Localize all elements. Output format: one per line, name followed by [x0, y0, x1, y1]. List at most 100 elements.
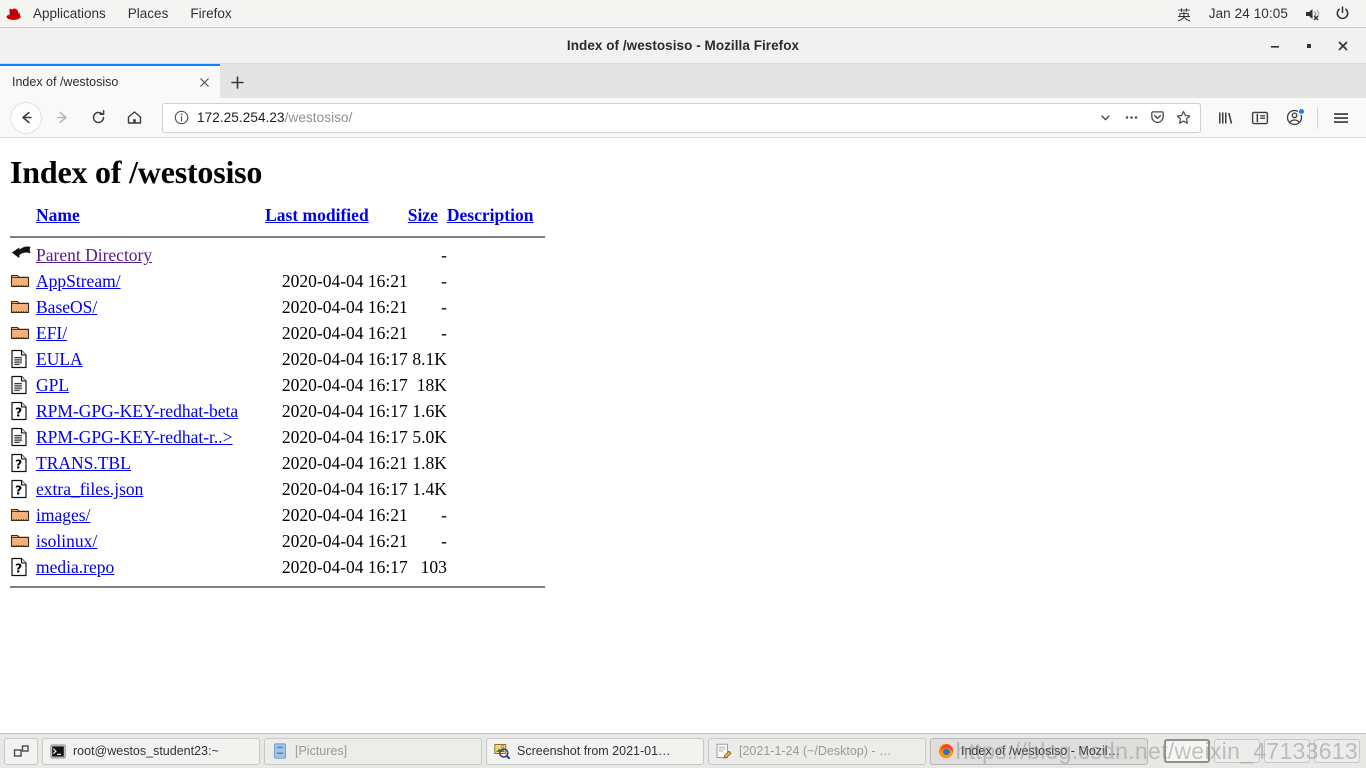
column-header-name[interactable]: Name: [36, 205, 265, 230]
table-row[interactable]: images/2020-04-04 16:21 -: [10, 503, 545, 529]
taskbar-window-button[interactable]: root@westos_student23:~: [42, 737, 260, 765]
page-title: Index of /westosiso: [10, 154, 263, 190]
row-name-cell: media.repo: [36, 555, 265, 581]
row-description-cell: [447, 399, 545, 425]
hamburger-menu-icon[interactable]: [1325, 102, 1357, 134]
sort-modified-link[interactable]: Last modified: [265, 205, 369, 225]
file-link[interactable]: extra_files.json: [36, 479, 143, 499]
table-row[interactable]: EULA 2020-04-04 16:17 8.1K: [10, 347, 545, 373]
file-link[interactable]: EFI/: [36, 323, 67, 343]
table-foot: [10, 581, 545, 594]
taskbar-window-label: [2021-1-24 (~/Desktop) - …: [739, 744, 892, 758]
row-size-cell: 103: [420, 557, 447, 578]
gnome-top-panel: Applications Places Firefox 英 Jan 24 10:…: [0, 0, 1366, 28]
firefox-window: Index of /westosiso - Mozilla Firefox In…: [0, 28, 1366, 733]
account-icon[interactable]: [1278, 102, 1310, 134]
table-row[interactable]: BaseOS/2020-04-04 16:21 -: [10, 295, 545, 321]
tab-close-icon[interactable]: [194, 72, 214, 92]
browser-tab-active[interactable]: Index of /westosiso: [0, 64, 220, 98]
taskbar-window-button[interactable]: [2021-1-24 (~/Desktop) - …: [708, 737, 926, 765]
row-name-cell: extra_files.json: [36, 477, 265, 503]
url-input[interactable]: 172.25.254.23/westosiso/: [191, 110, 1092, 125]
table-row[interactable]: RPM-GPG-KEY-redhat-r..> 2020-04-04 16:17 5…: [10, 425, 545, 451]
sidebar-icon[interactable]: [1244, 102, 1276, 134]
back-arrow-icon[interactable]: [10, 101, 42, 134]
file-link[interactable]: TRANS.TBL: [36, 453, 131, 473]
gedit-icon: [715, 743, 732, 760]
files-icon: [271, 743, 288, 760]
row-name-cell: GPL: [36, 373, 265, 399]
row-size-cell: -: [441, 323, 447, 344]
taskbar-window-button[interactable]: Index of /westosiso - Mozil…: [930, 737, 1148, 765]
file-link[interactable]: Parent Directory: [36, 245, 152, 265]
sort-description-link[interactable]: Description: [447, 205, 534, 225]
table-row[interactable]: AppStream/2020-04-04 16:21 -: [10, 269, 545, 295]
table-row[interactable]: Parent Directory -: [10, 243, 545, 269]
workspace-box[interactable]: [1164, 739, 1210, 763]
panel-menu-applications[interactable]: Applications: [22, 0, 117, 27]
reload-icon[interactable]: [82, 102, 114, 134]
new-tab-button[interactable]: [220, 66, 254, 98]
url-bar[interactable]: 172.25.254.23/westosiso/: [162, 102, 1201, 133]
show-desktop-icon[interactable]: [4, 737, 38, 765]
row-icon-cell: [10, 425, 36, 451]
library-icon[interactable]: [1210, 102, 1242, 134]
table-row[interactable]: ? extra_files.json 2020-04-04 16:17 1.4K: [10, 477, 545, 503]
panel-menu-firefox[interactable]: Firefox: [179, 0, 242, 27]
sort-name-link[interactable]: Name: [36, 205, 80, 225]
workspace-box[interactable]: [1264, 739, 1310, 763]
chevron-down-icon[interactable]: [1092, 105, 1118, 131]
row-description-cell: [447, 243, 545, 269]
table-row[interactable]: GPL 2020-04-04 16:17 18K: [10, 373, 545, 399]
row-icon-cell: ?: [10, 451, 36, 477]
table-row[interactable]: ? RPM-GPG-KEY-redhat-beta 2020-04-04 16:17…: [10, 399, 545, 425]
ellipsis-icon[interactable]: [1118, 105, 1144, 131]
row-size-cell: 5.0K: [412, 427, 447, 448]
table-row[interactable]: ? media.repo 2020-04-04 16:17 103: [10, 555, 545, 581]
row-description-cell: [447, 347, 545, 373]
panel-clock[interactable]: Jan 24 10:05: [1199, 6, 1298, 21]
terminal-icon: [49, 743, 66, 760]
column-header-description[interactable]: Description: [447, 205, 545, 230]
star-icon[interactable]: [1170, 105, 1196, 131]
text-file-icon: [10, 427, 30, 449]
file-link[interactable]: AppStream/: [36, 271, 121, 291]
volume-muted-icon[interactable]: [1298, 0, 1329, 27]
close-button[interactable]: [1326, 31, 1360, 61]
folder-icon: [10, 297, 30, 319]
table-row[interactable]: EFI/2020-04-04 16:21 -: [10, 321, 545, 347]
file-link[interactable]: RPM-GPG-KEY-redhat-beta: [36, 401, 238, 421]
file-link[interactable]: media.repo: [36, 557, 114, 577]
svg-text:?: ?: [15, 457, 22, 472]
panel-menu-places[interactable]: Places: [117, 0, 180, 27]
row-description-cell: [447, 321, 545, 347]
file-link[interactable]: EULA: [36, 349, 83, 369]
column-header-last-modified[interactable]: Last modified: [265, 205, 408, 230]
svg-text:?: ?: [15, 483, 22, 498]
pocket-icon[interactable]: [1144, 105, 1170, 131]
svg-text:?: ?: [15, 405, 22, 420]
file-link[interactable]: RPM-GPG-KEY-redhat-r..>: [36, 427, 233, 447]
redhat-logo-icon[interactable]: [0, 7, 22, 21]
taskbar-window-button[interactable]: [Pictures]: [264, 737, 482, 765]
row-icon-cell: [10, 321, 36, 347]
row-name-cell: images/: [36, 503, 265, 529]
taskbar-window-button[interactable]: Screenshot from 2021-01…: [486, 737, 704, 765]
file-link[interactable]: GPL: [36, 375, 69, 395]
minimize-button[interactable]: [1258, 31, 1292, 61]
input-method-indicator[interactable]: 英: [1169, 4, 1199, 24]
table-row[interactable]: isolinux/2020-04-04 16:21 -: [10, 529, 545, 555]
table-row[interactable]: ? TRANS.TBL 2020-04-04 16:21 1.8K: [10, 451, 545, 477]
workspace-box[interactable]: [1214, 739, 1260, 763]
column-header-size[interactable]: Size: [408, 205, 447, 230]
power-icon[interactable]: [1329, 0, 1356, 27]
maximize-button[interactable]: [1292, 31, 1326, 61]
info-circle-icon[interactable]: [171, 110, 191, 125]
sort-size-link[interactable]: Size: [408, 205, 438, 225]
file-link[interactable]: isolinux/: [36, 531, 97, 551]
file-link[interactable]: BaseOS/: [36, 297, 97, 317]
row-name-cell: TRANS.TBL: [36, 451, 265, 477]
file-link[interactable]: images/: [36, 505, 90, 525]
workspace-box[interactable]: [1314, 739, 1360, 763]
home-icon[interactable]: [118, 102, 150, 134]
